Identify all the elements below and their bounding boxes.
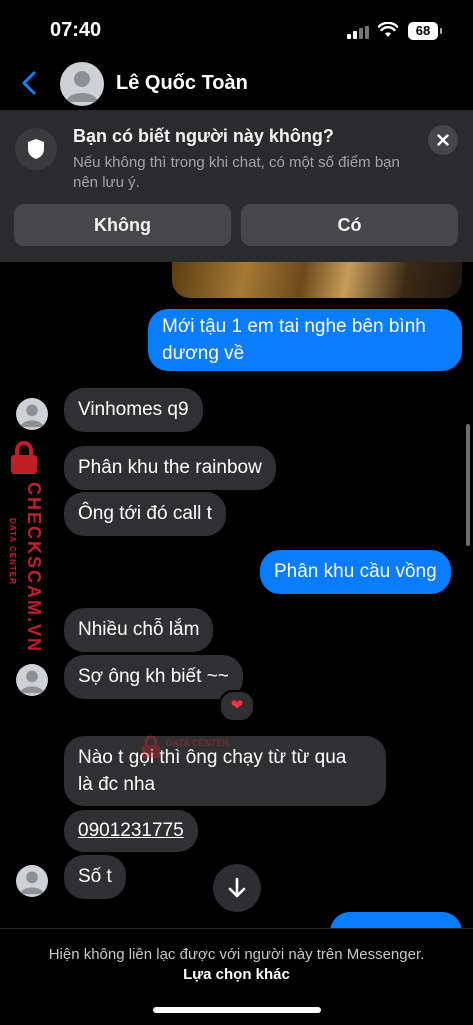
close-notice-button[interactable]	[428, 125, 458, 155]
checkscam-watermark: CHECKSCAM.VN DATA CENTER	[4, 440, 44, 653]
image-message[interactable]	[172, 262, 462, 298]
chat-header: Lê Quốc Toàn	[0, 58, 473, 110]
message-incoming[interactable]: Vinhomes q9	[64, 388, 203, 432]
battery-icon: 68	[408, 22, 442, 40]
watermark-brand: CHECKSCAM.VN	[24, 482, 44, 654]
shield-icon	[15, 128, 57, 170]
message-incoming[interactable]: Số t	[64, 855, 126, 899]
message-incoming[interactable]: 0901231775	[64, 810, 198, 852]
message-incoming[interactable]: Ông tới đó call t	[64, 492, 226, 536]
notice-title: Bạn có biết người này không?	[73, 126, 334, 146]
other-options-link[interactable]: Lựa chọn khác	[183, 966, 290, 983]
lock-logo-icon	[142, 735, 160, 758]
watermark-sub: DATA CENTER	[8, 518, 17, 585]
phone-number-link[interactable]: 0901231775	[78, 820, 184, 841]
message-line: Mới tậu 1 em tai nghe bên bình	[162, 316, 426, 337]
footer-notice-text: Hiện không liên lạc được với người này t…	[48, 946, 425, 963]
contact-name[interactable]: Lê Quốc Toàn	[116, 72, 248, 95]
status-time: 07:40	[50, 19, 102, 41]
contact-avatar[interactable]	[60, 62, 104, 106]
footer-notice: Hiện không liên lạc được với người này t…	[40, 945, 433, 985]
heart-reaction-icon[interactable]: ❤	[219, 690, 255, 722]
message-line: Nào t gọi thì ông chạy từ từ qua	[78, 747, 347, 768]
message-line: là đc nha	[78, 774, 156, 795]
wifi-icon	[378, 22, 398, 37]
message-incoming[interactable]: Sợ ông kh biết ~~	[64, 655, 243, 699]
notice-body: Nếu không thì trong khi chat, có một số …	[73, 154, 400, 191]
status-bar: 07:40 68	[0, 0, 473, 58]
watermark-sub: DATA CENTER	[166, 738, 229, 748]
close-icon	[437, 134, 449, 146]
message-incoming[interactable]: Nhiều chỗ lắm	[64, 608, 214, 652]
home-indicator[interactable]	[153, 1007, 321, 1013]
back-chevron-icon[interactable]	[16, 68, 44, 98]
default-avatar-icon	[66, 71, 98, 102]
no-button[interactable]: Không	[14, 204, 231, 246]
yes-button[interactable]: Có	[241, 204, 458, 246]
message-outgoing[interactable]: Phân khu cầu vồng	[260, 550, 451, 594]
sender-avatar[interactable]	[16, 398, 48, 430]
scroll-to-bottom-button[interactable]	[213, 864, 261, 912]
message-line: dương về	[162, 343, 245, 364]
footer: Hiện không liên lạc được với người này t…	[0, 928, 473, 1025]
arrow-down-icon	[228, 877, 246, 898]
unknown-contact-notice: Bạn có biết người này không? Nếu không t…	[0, 110, 473, 262]
sender-avatar[interactable]	[16, 865, 48, 897]
message-outgoing[interactable]: Mới tậu 1 em tai nghe bên bình dương về	[148, 309, 462, 371]
lock-logo-icon	[11, 441, 37, 474]
sender-avatar[interactable]	[16, 664, 48, 696]
message-incoming[interactable]: Phân khu the rainbow	[64, 446, 276, 490]
cellular-signal-icon	[347, 26, 371, 39]
scrollbar[interactable]	[466, 424, 470, 546]
